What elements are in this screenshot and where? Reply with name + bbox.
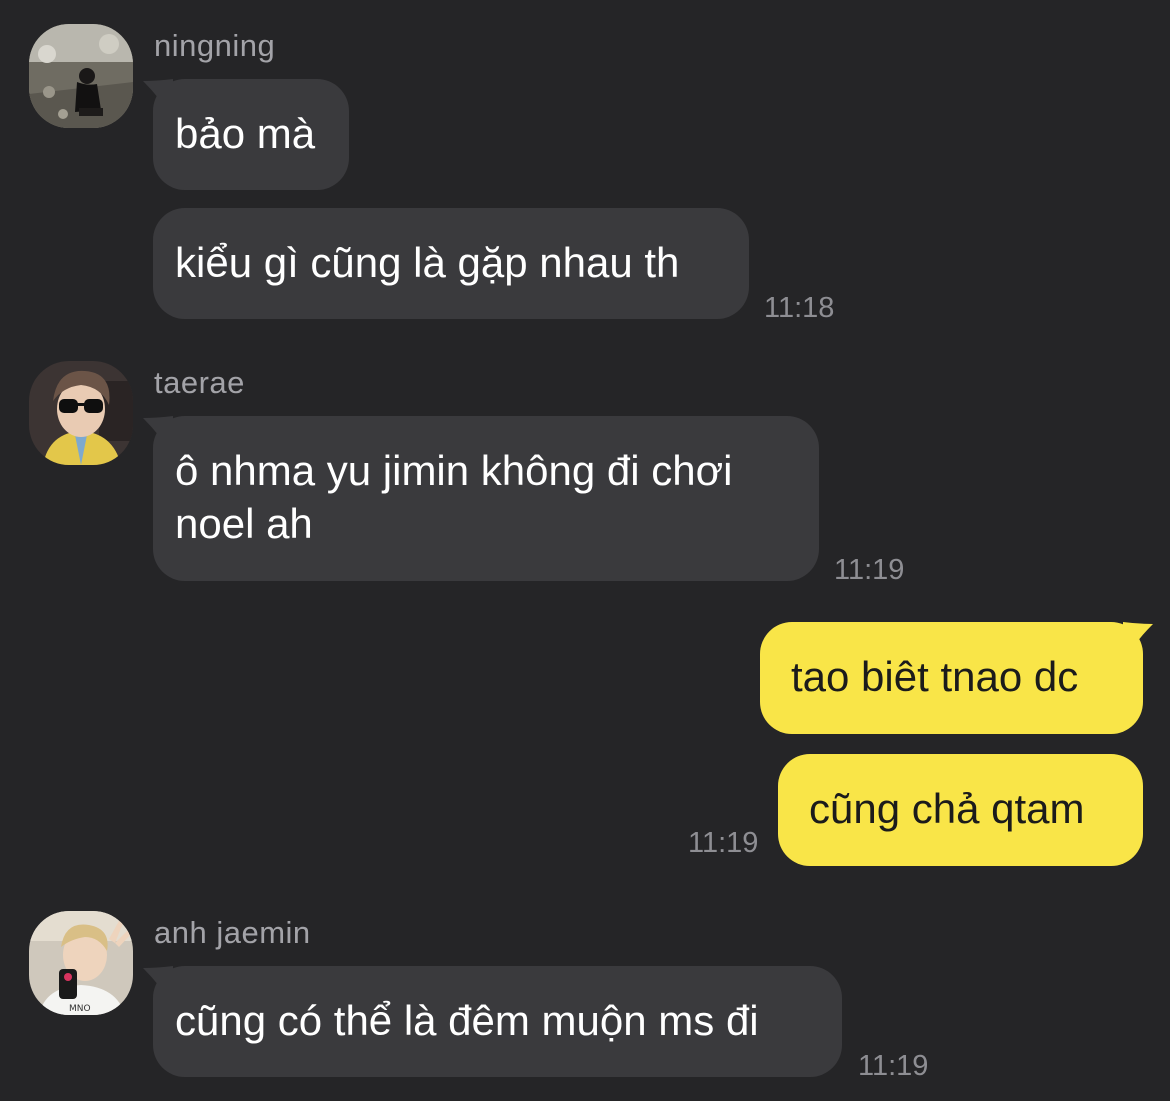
timestamp: 11:19 [688, 827, 759, 859]
taerae-avatar[interactable] [29, 361, 133, 465]
bubble-tail-icon [143, 79, 173, 119]
message-bubble[interactable]: bảo mà [143, 79, 349, 190]
message-text: ô nhma yu jimin không đi chơi noel ah [175, 447, 733, 547]
bubble-tail-icon [143, 416, 173, 456]
sender-name: anh jaemin [154, 915, 311, 950]
message-text: cũng chả qtam [809, 785, 1085, 832]
message-bubble[interactable]: cũng có thể là đêm muộn ms đi [143, 966, 842, 1077]
message-text: cũng có thể là đêm muộn ms đi [175, 997, 759, 1044]
sender-name: taerae [154, 365, 245, 400]
timestamp: 11:19 [834, 554, 905, 586]
message-text: tao biêt tnao dc [791, 653, 1079, 700]
message-text: kiểu gì cũng là gặp nhau th [175, 239, 680, 286]
bubble-tail-icon [143, 966, 173, 1006]
message-bubble[interactable]: tao biêt tnao dc [760, 622, 1153, 734]
sender-name: ningning [154, 28, 276, 63]
message-bubble[interactable]: kiểu gì cũng là gặp nhau th [153, 208, 749, 319]
svg-text:MNO: MNO [69, 1004, 91, 1014]
jaemin-avatar[interactable]: MNO [29, 911, 133, 1015]
ningning-avatar[interactable] [29, 24, 133, 128]
timestamp: 11:19 [858, 1050, 929, 1082]
message-bubble[interactable]: cũng chả qtam [778, 754, 1143, 866]
bubble-tail-icon [1123, 622, 1153, 662]
message-text: bảo mà [175, 110, 316, 157]
timestamp: 11:18 [764, 292, 835, 324]
message-bubble[interactable]: ô nhma yu jimin không đi chơi noel ah [143, 416, 819, 581]
